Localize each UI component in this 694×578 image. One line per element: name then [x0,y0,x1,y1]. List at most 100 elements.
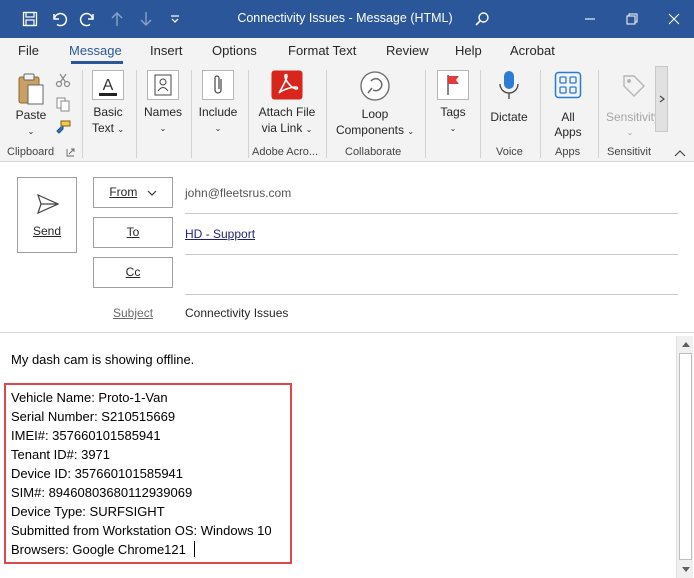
tab-review[interactable]: Review [386,43,429,58]
chevron-down-icon: ⌄ [449,124,457,133]
detail-line: Device Type: SURFSIGHT [11,504,165,519]
detail-line: IMEI#: 357660101585941 [11,428,161,443]
loop-icon [360,71,390,101]
names-button[interactable]: Names ⌄ [142,68,184,138]
ribbon: Paste ⌄ Clipboard A Basic Text ⌄ Names ⌄ [0,64,694,162]
subject-label: Subject [113,306,154,320]
quick-access-toolbar [0,0,189,38]
names-label: Names [143,105,182,119]
dialog-launcher-icon[interactable] [66,148,75,157]
loop-label-2: Components ⌄ [335,123,415,137]
window-title: Connectivity Issues - Message (HTML) [237,11,453,25]
all-apps-label-2: Apps [554,125,582,139]
paste-icon [18,73,44,105]
attach-file-label-1: Attach File [258,105,316,119]
collapse-ribbon-icon[interactable] [674,148,686,158]
adobe-acrobat-icon [271,70,303,100]
sensitivity-button[interactable]: Sensitivity ⌄ [604,68,656,140]
tab-help[interactable]: Help [455,43,482,58]
basic-text-button[interactable]: A Basic Text ⌄ [88,68,128,138]
body-intro-text: My dash cam is showing offline. [11,352,195,367]
to-recipient[interactable]: HD - Support [185,227,255,241]
chevron-down-icon [147,190,157,196]
send-label: Send [32,224,62,238]
cc-label: Cc [125,265,141,279]
basic-text-label-2: Text ⌄ [91,121,125,135]
close-icon[interactable] [654,0,694,38]
microphone-icon [499,71,519,99]
all-apps-label-1: All [561,110,575,124]
address-book-icon [147,70,179,100]
paste-label: Paste [15,108,47,122]
scroll-down-icon [681,567,690,572]
detail-line: Browsers: Google Chrome121 [11,542,186,557]
basic-text-label-1: Basic [93,105,123,119]
from-label: From [109,185,138,199]
tab-message[interactable]: Message [69,43,122,58]
attach-file-via-link-button[interactable]: Attach File via Link ⌄ [252,68,322,140]
arrow-up-icon[interactable] [102,0,131,38]
group-label-collaborate: Collaborate [345,146,402,158]
flag-icon [437,70,469,100]
tags-label: Tags [440,105,466,119]
tab-acrobat[interactable]: Acrobat [510,43,555,58]
send-button[interactable]: Send [17,177,77,253]
tab-format-text[interactable]: Format Text [288,43,356,58]
svg-text:A: A [103,77,114,94]
detail-line: Vehicle Name: Proto-1-Van [11,390,168,405]
from-value: john@fleetsrus.com [185,186,292,200]
group-label-voice: Voice [496,146,523,158]
format-painter-icon[interactable] [55,120,71,136]
chevron-right-icon [659,95,665,103]
cc-button[interactable]: Cc [93,257,173,288]
tab-insert[interactable]: Insert [150,43,183,58]
detail-line: Device ID: 357660101585941 [11,466,184,481]
scroll-down-arrow[interactable] [677,561,694,578]
from-button[interactable]: From [93,177,173,208]
chevron-down-icon: ⌄ [626,128,634,137]
restore-icon[interactable] [612,0,652,38]
dictate-button[interactable]: Dictate [486,68,532,140]
to-button[interactable]: To [93,217,173,248]
sensitivity-label: Sensitivity [606,110,656,124]
copy-icon[interactable] [55,96,71,112]
detail-line: Submitted from Workstation OS: Windows 1… [11,523,272,538]
all-apps-button[interactable]: All Apps [545,68,591,140]
chevron-down-icon: ⌄ [159,124,167,133]
loop-components-button[interactable]: Loop Components ⌄ [332,68,418,140]
sensitivity-icon [623,75,645,97]
save-icon[interactable] [15,0,44,38]
scrollbar-thumb[interactable] [679,353,692,560]
vertical-scrollbar[interactable] [676,336,693,578]
to-label: To [126,225,140,239]
basic-text-icon: A [92,70,124,100]
text-cursor [194,541,195,557]
undo-icon[interactable] [44,0,73,38]
paste-button[interactable]: Paste ⌄ [10,70,52,140]
cut-icon[interactable] [55,72,71,88]
attach-file-label-2: via Link ⌄ [261,121,313,135]
arrow-down-icon[interactable] [131,0,160,38]
group-label-apps: Apps [555,146,581,158]
detail-line: Serial Number: S210515669 [11,409,176,424]
redo-icon[interactable] [73,0,102,38]
tab-options[interactable]: Options [212,43,257,58]
detail-line: SIM#: 89460803680112939069 [11,485,193,500]
tab-file[interactable]: File [18,43,39,58]
include-button[interactable]: Include ⌄ [196,68,240,138]
scroll-up-arrow[interactable] [677,336,694,353]
tags-button[interactable]: Tags ⌄ [432,68,474,138]
detail-line: Tenant ID#: 3971 [11,447,111,462]
scroll-up-icon [681,342,690,347]
chevron-down-icon: ⌄ [27,127,35,136]
loop-label-1: Loop [361,107,389,121]
group-label-sensitivity: Sensitivit [607,146,652,158]
search-icon[interactable] [470,8,494,30]
customize-qat-icon[interactable] [160,0,189,38]
ribbon-scroll-right[interactable] [655,66,668,132]
send-icon [37,194,59,214]
title-bar: Connectivity Issues - Message (HTML) [0,0,694,38]
subject-input[interactable]: Connectivity Issues [185,306,288,320]
minimize-icon[interactable] [570,0,610,38]
group-label-adobe-acrobat: Adobe Acro... [252,146,319,158]
